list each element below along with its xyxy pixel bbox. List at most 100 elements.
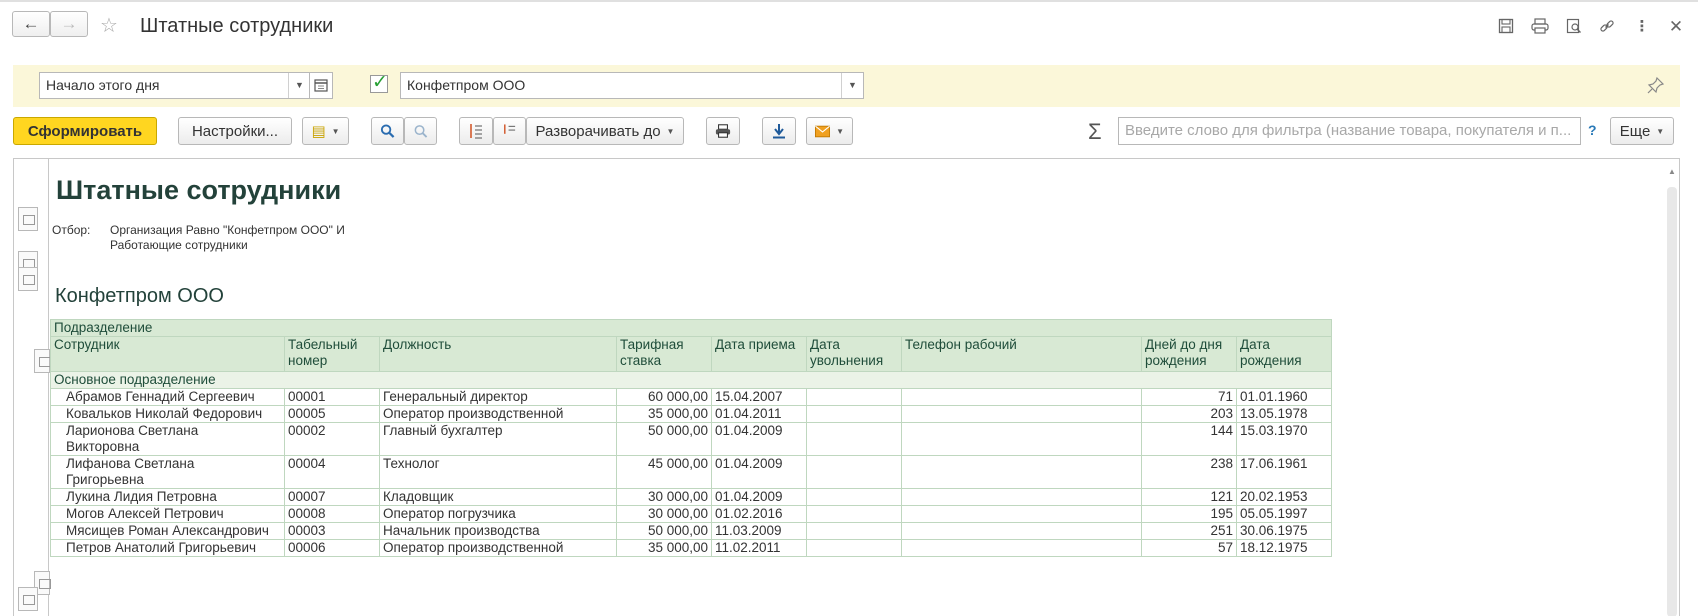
organization-field[interactable]: Конфетпром ООО ▼ <box>400 72 864 99</box>
report-area[interactable]: Штатные сотрудники Отбор: Организация Ра… <box>13 158 1680 616</box>
group-toggle-icon[interactable] <box>18 587 38 611</box>
birth-date-cell: 15.03.1970 <box>1236 422 1332 456</box>
group-toggle-icon[interactable] <box>34 349 51 373</box>
table-row[interactable]: Лифанова Светлана Григорьевна 00004 Техноло… <box>50 455 1332 489</box>
phone-cell <box>901 488 1142 506</box>
group-toggle-icon[interactable] <box>18 207 38 231</box>
selection-line: Работающие сотрудники <box>110 238 248 252</box>
birth-date-cell: 30.06.1975 <box>1236 522 1332 540</box>
phone-cell <box>901 505 1142 523</box>
organization-value: Конфетпром ООО <box>407 77 526 93</box>
organization-heading: Конфетпром ООО <box>55 285 224 307</box>
vertical-scrollbar[interactable] <box>1667 167 1677 616</box>
expand-to-button[interactable]: Разворачивать до ▼ <box>526 117 684 145</box>
save-to-file-button[interactable] <box>762 117 796 145</box>
table-row[interactable]: Лукина Лидия Петровна 00007 Кладовщик 30 00… <box>50 488 1332 506</box>
star-icon[interactable]: ☆ <box>100 13 118 38</box>
variants-button[interactable]: ▤ ▼ <box>302 117 349 145</box>
birth-date-cell: 17.06.1961 <box>1236 455 1332 489</box>
find-next-button[interactable] <box>404 117 437 145</box>
employee-cell: Мясищев Роман Александрович <box>50 522 285 540</box>
table-row[interactable]: Ковальков Николай Федорович 00005 Оператор… <box>50 405 1332 423</box>
phone-cell <box>901 422 1142 456</box>
birth-date-cell: 13.05.1978 <box>1236 405 1332 423</box>
rate-cell: 45 000,00 <box>616 455 712 489</box>
group-row[interactable]: Основное подразделение <box>50 371 1332 389</box>
dismissal-date-cell <box>806 422 902 456</box>
column-header: Табельный номер <box>284 336 380 372</box>
phone-cell <box>901 455 1142 489</box>
tab-number-cell: 00005 <box>284 405 380 423</box>
more-button[interactable]: Еще ▼ <box>1610 117 1674 145</box>
department-cell: Основное подразделение <box>50 371 1332 389</box>
sigma-icon[interactable]: Σ <box>1088 119 1102 145</box>
chevron-down-icon[interactable]: ▼ <box>841 73 863 98</box>
days-to-birthday-cell: 71 <box>1141 388 1237 406</box>
table-row[interactable]: Могов Алексей Петрович 00008 Оператор погр… <box>50 505 1332 523</box>
employee-cell: Петров Анатолий Григорьевич <box>50 539 285 557</box>
period-value: Начало этого дня <box>46 77 160 93</box>
chevron-down-icon[interactable]: ▼ <box>288 73 310 98</box>
hire-date-cell: 15.04.2007 <box>711 388 807 406</box>
group-toggle-icon[interactable] <box>18 267 38 291</box>
close-icon[interactable]: ✕ <box>1667 18 1685 36</box>
rate-cell: 30 000,00 <box>616 505 712 523</box>
pin-icon[interactable] <box>1647 76 1665 99</box>
selection-label: Отбор: <box>52 223 91 237</box>
link-icon[interactable] <box>1598 18 1616 36</box>
position-cell: Оператор производственной <box>379 539 617 557</box>
help-link[interactable]: ? <box>1588 122 1597 138</box>
tab-number-cell: 00002 <box>284 422 380 456</box>
print-button[interactable] <box>706 117 740 145</box>
position-cell: Технолог <box>379 455 617 489</box>
print-icon[interactable] <box>1531 18 1549 36</box>
chevron-down-icon: ▼ <box>1656 126 1665 136</box>
column-header: Подразделение <box>50 319 1332 337</box>
rate-cell: 60 000,00 <box>616 388 712 406</box>
column-header: Дата рождения <box>1236 336 1332 372</box>
search-icon <box>380 124 395 138</box>
clipboard-icon: ▤ <box>311 123 326 140</box>
settings-button[interactable]: Настройки... <box>178 117 292 145</box>
days-to-birthday-cell: 195 <box>1141 505 1237 523</box>
table-row[interactable]: Мясищев Роман Александрович 00003 Начальни… <box>50 522 1332 540</box>
forward-button[interactable]: → <box>50 11 88 37</box>
column-header: Тарифная ставка <box>616 336 712 372</box>
download-icon <box>773 124 785 139</box>
calendar-button[interactable] <box>309 72 333 99</box>
send-email-button[interactable]: ▼ <box>806 117 853 145</box>
birth-date-cell: 05.05.1997 <box>1236 505 1332 523</box>
expand-all-button[interactable] <box>459 117 493 145</box>
tab-number-cell: 00004 <box>284 455 380 489</box>
position-cell: Главный бухгалтер <box>379 422 617 456</box>
generate-button[interactable]: Сформировать <box>13 117 157 145</box>
preview-icon[interactable] <box>1565 18 1583 36</box>
collapse-all-button[interactable] <box>493 117 526 145</box>
column-header: Дата увольнения <box>806 336 902 372</box>
days-to-birthday-cell: 251 <box>1141 522 1237 540</box>
find-button[interactable] <box>371 117 404 145</box>
back-button[interactable]: ← <box>12 11 50 37</box>
hire-date-cell: 01.04.2009 <box>711 422 807 456</box>
table-row[interactable]: Ларионова Светлана Викторовна 00002 Главный… <box>50 422 1332 456</box>
chevron-down-icon: ▼ <box>331 126 340 136</box>
collapse-groups-icon <box>504 124 516 134</box>
print-icon <box>715 124 731 138</box>
rate-cell: 35 000,00 <box>616 539 712 557</box>
tab-number-cell: 00007 <box>284 488 380 506</box>
organization-checkbox[interactable]: ✓ <box>370 72 388 93</box>
phone-cell <box>901 522 1142 540</box>
header-row: Сотрудник Табельный номер Должность Тариф… <box>50 336 1332 372</box>
table-row[interactable]: Петров Анатолий Григорьевич 00006 Оператор… <box>50 539 1332 557</box>
table-row[interactable]: Абрамов Геннадий Сергеевич 00001 Генеральн… <box>50 388 1332 406</box>
selection-line: Организация Равно "Конфетпром ООО" И <box>110 223 345 237</box>
save-icon[interactable] <box>1497 18 1515 36</box>
column-header: Телефон рабочий <box>901 336 1142 372</box>
calendar-icon <box>314 79 328 92</box>
period-field[interactable]: Начало этого дня ▼ <box>39 72 311 99</box>
more-vertical-icon[interactable]: ⋮ <box>1633 18 1651 36</box>
dismissal-date-cell <box>806 505 902 523</box>
column-header: Сотрудник <box>50 336 285 372</box>
search-input[interactable]: Введите слово для фильтра (название това… <box>1118 117 1581 145</box>
employee-cell: Могов Алексей Петрович <box>50 505 285 523</box>
